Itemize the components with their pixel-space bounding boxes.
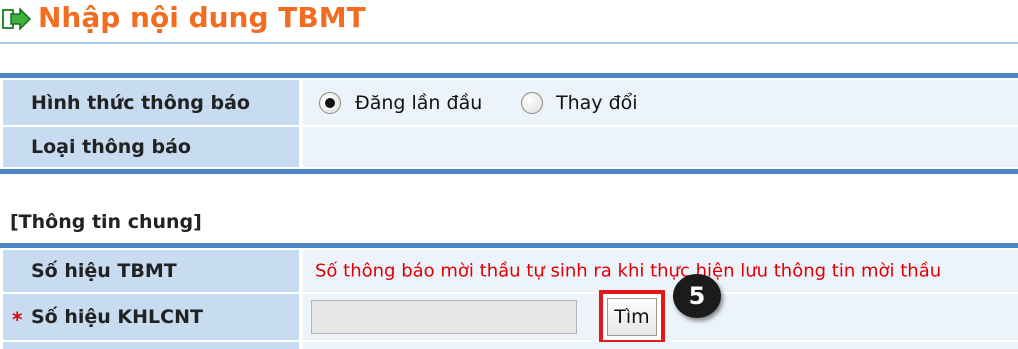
- label-cell: [3, 342, 299, 349]
- tbmt-number-label: Số hiệu TBMT: [31, 260, 177, 282]
- value-cell: Số thông báo mời thầu tự sinh ra khi thự…: [303, 250, 1018, 292]
- label-cell: Hình thức thông báo: [3, 80, 299, 125]
- radio-change-label[interactable]: Thay đổi: [556, 92, 638, 114]
- notice-type-label: Hình thức thông báo: [31, 91, 250, 114]
- label-cell: * Số hiệu KHLCNT: [3, 294, 299, 340]
- general-table-top-border: [0, 243, 1018, 248]
- khlcnt-number-label: Số hiệu KHLCNT: [31, 306, 203, 328]
- value-cell: [303, 342, 1018, 349]
- page-title: Nhập nội dung TBMT: [38, 1, 366, 34]
- radio-first-post-label[interactable]: Đăng lần đầu: [355, 92, 482, 114]
- required-mark: *: [12, 307, 23, 332]
- notice-category-value: [303, 127, 1018, 167]
- notice-category-row: Loại thông báo: [3, 127, 1018, 167]
- step-badge: 5: [673, 274, 721, 318]
- label-cell: Số hiệu TBMT: [3, 250, 299, 292]
- value-cell: Tìm: [303, 290, 1018, 344]
- khlcnt-number-row: * Số hiệu KHLCNT Tìm: [3, 290, 1018, 344]
- arrow-right-icon: [2, 7, 32, 31]
- khlcnt-number-input[interactable]: [311, 300, 577, 334]
- radio-change[interactable]: [521, 91, 543, 114]
- table-bottom-border: [0, 169, 1018, 174]
- value-cell: Đăng lần đầu Thay đổi: [303, 80, 1018, 125]
- find-button-highlight: Tìm: [599, 290, 665, 344]
- general-info-heading: [Thông tin chung]: [10, 211, 202, 233]
- notice-category-label: Loại thông báo: [31, 136, 191, 158]
- next-row: [3, 342, 1018, 349]
- page-header: Nhập nội dung TBMT: [0, 0, 1018, 44]
- find-button[interactable]: Tìm: [607, 298, 657, 336]
- table-top-border: [0, 73, 1018, 78]
- tbmt-auto-note: Số thông báo mời thầu tự sinh ra khi thự…: [315, 260, 942, 282]
- tbmt-number-row: Số hiệu TBMT Số thông báo mời thầu tự si…: [3, 250, 1018, 292]
- notice-type-row: Hình thức thông báo Đăng lần đầu Thay đổ…: [3, 80, 1018, 125]
- radio-first-post[interactable]: [319, 91, 341, 114]
- label-cell: Loại thông báo: [3, 127, 299, 167]
- title-underline: [0, 42, 1018, 44]
